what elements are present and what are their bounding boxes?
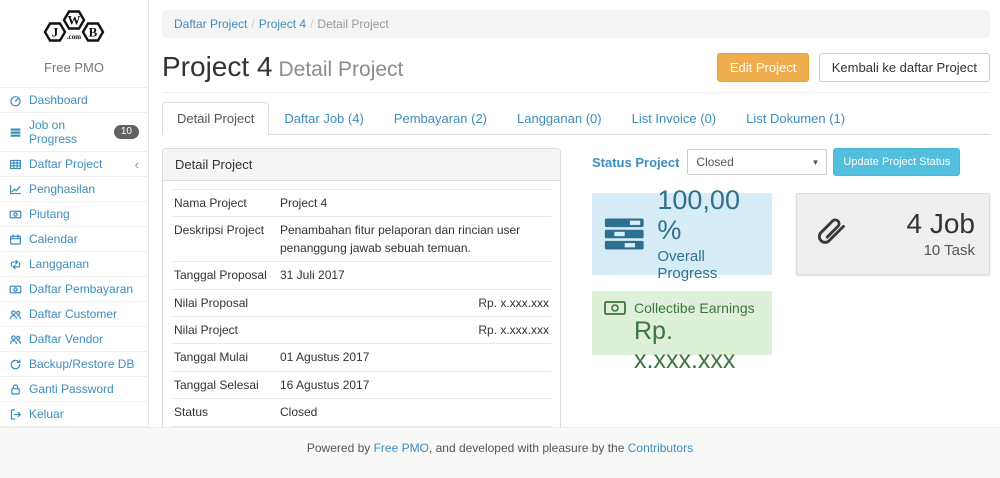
overall-progress-value: 100,00 %	[657, 186, 760, 245]
task-count-caption: 10 Task	[907, 242, 976, 259]
sidebar-item-job-on-progress[interactable]: Job on Progress 10	[0, 113, 148, 152]
users-icon	[9, 333, 22, 346]
sidebar-item-daftar-pembayaran[interactable]: Daftar Pembayaran	[0, 277, 148, 302]
svg-text:J: J	[52, 25, 59, 40]
breadcrumb: Daftar Project/Project 4/Detail Project	[162, 10, 990, 38]
page-subtitle: Detail Project	[279, 58, 404, 81]
table-row: Tanggal Proposal 31 Juli 2017	[172, 262, 551, 289]
svg-text:.com: .com	[67, 33, 81, 41]
tab-pembayaran[interactable]: Pembayaran (2)	[379, 102, 502, 135]
breadcrumb-current: Detail Project	[317, 17, 388, 31]
tasks-icon	[604, 214, 645, 254]
brand-name: Free PMO	[0, 60, 148, 75]
sidebar-item-daftar-customer[interactable]: Daftar Customer	[0, 302, 148, 327]
sidebar-item-piutang[interactable]: Piutang	[0, 202, 148, 227]
money-icon	[604, 301, 626, 315]
sidebar-menu: Dashboard Job on Progress 10 Daftar Proj…	[0, 87, 148, 427]
sidebar-item-ganti-password[interactable]: Ganti Password	[0, 377, 148, 402]
tab-langganan[interactable]: Langganan (0)	[502, 102, 617, 135]
main-content: Daftar Project/Project 4/Detail Project …	[150, 0, 1000, 427]
sidebar-item-dashboard[interactable]: Dashboard	[0, 88, 148, 113]
page-header: Project 4 Detail Project Edit Project Kem…	[162, 51, 990, 93]
sidebar-item-penghasilan[interactable]: Penghasilan	[0, 177, 148, 202]
status-select[interactable]: Closed ▼	[687, 149, 827, 175]
sidebar-item-backup-restore-db[interactable]: Backup/Restore DB	[0, 352, 148, 377]
table-row: Status Closed	[172, 399, 551, 426]
page-title: Project 4	[162, 51, 273, 82]
contributors-link[interactable]: Contributors	[628, 441, 693, 455]
table-row: Nilai Proposal Rp. x.xxx.xxx	[172, 289, 551, 316]
page-footer: Powered by Free PMO, and developed with …	[0, 427, 1000, 478]
tasks-icon	[9, 126, 22, 139]
sidebar-item-daftar-project[interactable]: Daftar Project ‹	[0, 152, 148, 177]
money-icon	[9, 208, 22, 221]
svg-text:B: B	[89, 25, 98, 40]
dashboard-icon	[9, 94, 22, 107]
collectible-earnings-card: Collectibe Earnings Rp. x.xxx.xxx	[592, 291, 772, 355]
refresh-icon	[9, 358, 22, 371]
sidebar-item-daftar-vendor[interactable]: Daftar Vendor	[0, 327, 148, 352]
table-row: Nama Project Project 4	[172, 190, 551, 217]
sign-out-icon	[9, 408, 22, 421]
panel-title: Detail Project	[163, 149, 560, 181]
jwb-logo-icon: W J B .com	[33, 7, 115, 53]
line-chart-icon	[9, 183, 22, 196]
earnings-value: Rp. x.xxx.xxx	[634, 317, 760, 375]
earnings-label: Collectibe Earnings	[634, 300, 755, 316]
breadcrumb-project-4[interactable]: Project 4	[259, 17, 306, 31]
tab-list-invoice[interactable]: List Invoice (0)	[617, 102, 732, 135]
sidebar-item-langganan[interactable]: Langganan	[0, 252, 148, 277]
users-icon	[9, 308, 22, 321]
chevron-left-icon: ‹	[135, 158, 139, 171]
tab-detail-project[interactable]: Detail Project	[162, 102, 269, 135]
app-logo: W J B .com	[0, 0, 148, 58]
free-pmo-link[interactable]: Free PMO	[374, 441, 429, 455]
table-row: Tanggal Mulai 01 Agustus 2017	[172, 344, 551, 371]
money-icon	[9, 283, 22, 296]
edit-project-button[interactable]: Edit Project	[717, 53, 809, 82]
table-icon	[9, 158, 22, 171]
retweet-icon	[9, 258, 22, 271]
table-row: Tanggal Selesai 16 Agustus 2017	[172, 371, 551, 398]
status-project-row: Status Project Closed ▼ Update Project S…	[592, 148, 990, 176]
calendar-icon	[9, 233, 22, 246]
back-to-list-button[interactable]: Kembali ke daftar Project	[819, 53, 990, 82]
detail-project-panel: Detail Project Nama Project Project 4 De…	[162, 148, 561, 427]
status-project-label: Status Project	[592, 155, 679, 170]
sidebar-item-keluar[interactable]: Keluar	[0, 402, 148, 427]
job-count-value: 4 Job	[907, 209, 976, 240]
breadcrumb-daftar-project[interactable]: Daftar Project	[174, 17, 247, 31]
job-summary-card: 4 Job 10 Task	[796, 193, 990, 275]
project-detail-table: Nama Project Project 4 Deskripsi Project…	[172, 189, 551, 427]
tab-list-dokumen[interactable]: List Dokumen (1)	[731, 102, 860, 135]
overall-progress-card: 100,00 % Overall Progress	[592, 193, 772, 275]
sidebar: W J B .com Free PMO Dashboard Job on Pro…	[0, 0, 149, 427]
job-count-badge: 10	[114, 125, 139, 139]
table-row: Nilai Project Rp. x.xxx.xxx	[172, 316, 551, 343]
svg-text:W: W	[68, 13, 81, 28]
lock-icon	[9, 383, 22, 396]
paperclip-icon	[811, 211, 853, 257]
overall-progress-caption: Overall Progress	[657, 248, 760, 282]
tab-daftar-job[interactable]: Daftar Job (4)	[269, 102, 378, 135]
tab-bar: Detail Project Daftar Job (4) Pembayaran…	[162, 102, 990, 135]
caret-down-icon: ▼	[812, 158, 820, 167]
sidebar-item-calendar[interactable]: Calendar	[0, 227, 148, 252]
right-column: Status Project Closed ▼ Update Project S…	[592, 148, 990, 427]
update-project-status-button[interactable]: Update Project Status	[833, 148, 960, 176]
table-row: Deskripsi Project Penambahan fitur pelap…	[172, 217, 551, 262]
